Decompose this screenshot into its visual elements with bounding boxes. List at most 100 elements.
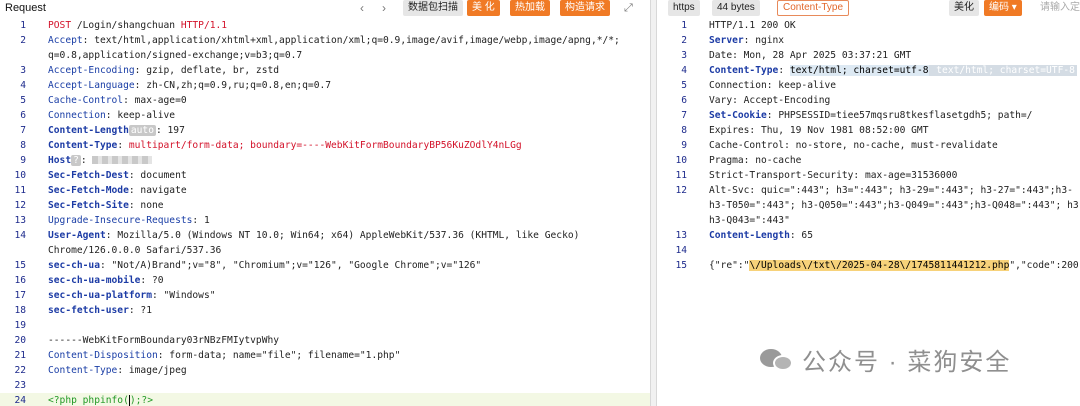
line-content: sec-ch-ua: "Not/A)Brand";v="8", "Chromiu… <box>48 260 482 271</box>
code-line[interactable]: 11 Strict-Transport-Security: max-age=315… <box>657 168 1080 183</box>
line-content: <?php phpinfo();?> <box>48 395 153 406</box>
code-line[interactable]: 8 Expires: Thu, 19 Nov 1981 08:52:00 GMT <box>657 123 1080 138</box>
line-content: Accept: text/html,application/xhtml+xml,… <box>48 35 620 46</box>
nav-back-icon[interactable]: ‹ <box>360 0 364 16</box>
encoding-label: 编码 <box>989 2 1009 13</box>
code-line[interactable]: q=0.8,application/signed-exchange;v=b3;q… <box>0 48 650 63</box>
code-line[interactable]: 7 Set-Cookie: PHPSESSID=tiee57mqsru8tkesf… <box>657 108 1080 123</box>
code-line[interactable]: 9 Host?: <box>0 153 650 168</box>
line-content: Server: nginx <box>709 35 785 46</box>
line-number: 22 <box>14 365 26 376</box>
line-content: h3-T050=":443"; h3-Q050=":443";h3-Q049="… <box>709 200 1080 211</box>
line-content: Strict-Transport-Security: max-age=31536… <box>709 170 958 181</box>
encoding-button[interactable]: 编码 ▾ <box>984 0 1022 16</box>
line-content: Sec-Fetch-Dest: document <box>48 170 187 181</box>
code-line[interactable]: 13 Upgrade-Insecure-Requests: 1 <box>0 213 650 228</box>
request-toolbar: Request ‹ › 数据包扫描 美 化 热加载 构造请求 ⤢ <box>0 0 650 16</box>
line-number: 5 <box>681 80 687 91</box>
line-number: 2 <box>681 35 687 46</box>
line-content: Upgrade-Insecure-Requests: 1 <box>48 215 210 226</box>
build-request-button[interactable]: 构造请求 <box>560 0 610 16</box>
code-line[interactable]: 12 Sec-Fetch-Site: none <box>0 198 650 213</box>
code-line[interactable]: 18 sec-fetch-user: ?1 <box>0 303 650 318</box>
code-line[interactable]: 10 Pragma: no-cache <box>657 153 1080 168</box>
line-content: Host?: <box>48 153 650 168</box>
line-content: Date: Mon, 28 Apr 2025 03:37:21 GMT <box>709 50 912 61</box>
code-line[interactable]: 7 Content-Length auto: 197 <box>0 123 650 138</box>
code-line[interactable]: 16 sec-ch-ua-mobile: ?0 <box>0 273 650 288</box>
chevron-down-icon: ▾ <box>1011 2 1017 13</box>
nav-forward-icon[interactable]: › <box>382 0 386 16</box>
line-content: Content-Type: multipart/form-data; bound… <box>48 140 522 151</box>
code-line[interactable]: 20 ------WebKitFormBoundary03rNBzFMIytvpW… <box>0 333 650 348</box>
code-line[interactable]: 8 Content-Type: multipart/form-data; boun… <box>0 138 650 153</box>
line-content: Cache-Control: no-store, no-cache, must-… <box>709 140 998 151</box>
code-line[interactable]: 14 <box>657 243 1080 258</box>
code-line[interactable]: 3 Date: Mon, 28 Apr 2025 03:37:21 GMT <box>657 48 1080 63</box>
code-line[interactable]: 2 Accept: text/html,application/xhtml+xml… <box>0 33 650 48</box>
line-number: 6 <box>681 95 687 106</box>
code-line[interactable]: h3-Q043=":443" <box>657 213 1080 228</box>
request-editor[interactable]: 1 POST /Login/shangchuan HTTP/1.1 2 Accept:… <box>0 18 650 406</box>
line-content: {"re":"\/Uploads\/txt\/2025-04-28\/17458… <box>709 260 1079 271</box>
code-line[interactable]: 6 Connection: keep-alive <box>0 108 650 123</box>
code-line[interactable]: 1 POST /Login/shangchuan HTTP/1.1 <box>0 18 650 33</box>
line-content: Sec-Fetch-Site: none <box>48 200 164 211</box>
tab-content-type[interactable]: Content-Type <box>777 0 850 16</box>
code-line[interactable]: 24 <?php phpinfo();?> <box>0 393 650 406</box>
code-line[interactable]: 4 Accept-Language: zh-CN,zh;q=0.9,ru;q=0.… <box>0 78 650 93</box>
code-line[interactable]: 22 Content-Type: image/jpeg <box>0 363 650 378</box>
line-content: Accept-Encoding: gzip, deflate, br, zstd <box>48 65 280 76</box>
code-line[interactable]: 3 Accept-Encoding: gzip, deflate, br, zst… <box>0 63 650 78</box>
packet-scan-button[interactable]: 数据包扫描 <box>403 0 463 16</box>
line-number: 12 <box>14 200 26 211</box>
line-content: sec-ch-ua-mobile: ?0 <box>48 275 164 286</box>
line-number: 3 <box>681 50 687 61</box>
code-line[interactable]: 23 <box>0 378 650 393</box>
response-beautify-button[interactable]: 美化 <box>949 0 979 16</box>
line-number: 24 <box>14 395 26 406</box>
code-line[interactable]: 2 Server: nginx <box>657 33 1080 48</box>
code-line[interactable]: 14 User-Agent: Mozilla/5.0 (Windows NT 10… <box>0 228 650 243</box>
code-line[interactable]: 4 Content-Type: text/html; charset=utf-8 … <box>657 63 1080 78</box>
search-input[interactable]: 请输入定 <box>1035 0 1080 16</box>
code-line[interactable]: 5 Cache-Control: max-age=0 <box>0 93 650 108</box>
line-content: ------WebKitFormBoundary03rNBzFMIytvpWhy <box>48 335 280 346</box>
code-line[interactable]: h3-T050=":443"; h3-Q050=":443";h3-Q049="… <box>657 198 1080 213</box>
code-line[interactable]: 19 <box>0 318 650 333</box>
line-number: 21 <box>14 350 26 361</box>
line-content: Pragma: no-cache <box>709 155 802 166</box>
line-content: Chrome/126.0.0.0 Safari/537.36 <box>48 245 222 256</box>
code-line[interactable]: 9 Cache-Control: no-store, no-cache, must… <box>657 138 1080 153</box>
tab-https[interactable]: https <box>668 0 700 16</box>
line-number: 11 <box>14 185 26 196</box>
code-line[interactable]: 15 {"re":"\/Uploads\/txt\/2025-04-28\/174… <box>657 258 1080 273</box>
code-line[interactable]: 1 HTTP/1.1 200 OK <box>657 18 1080 33</box>
line-number: 16 <box>14 275 26 286</box>
tab-bytes[interactable]: 44 bytes <box>712 0 760 16</box>
code-line[interactable]: 6 Vary: Accept-Encoding <box>657 93 1080 108</box>
code-line[interactable]: 5 Connection: keep-alive <box>657 78 1080 93</box>
line-number: 2 <box>20 35 26 46</box>
line-number: 10 <box>14 170 26 181</box>
code-line[interactable]: 17 sec-ch-ua-platform: "Windows" <box>0 288 650 303</box>
request-title: Request <box>5 2 46 14</box>
line-content: Content-Length auto: 197 <box>48 125 185 136</box>
pane-splitter[interactable] <box>650 0 657 406</box>
code-line[interactable]: 10 Sec-Fetch-Dest: document <box>0 168 650 183</box>
beautify-button[interactable]: 美 化 <box>467 0 500 16</box>
hot-reload-button[interactable]: 热加载 <box>510 0 550 16</box>
line-number: 3 <box>20 65 26 76</box>
line-number: 6 <box>20 110 26 121</box>
code-line[interactable]: 12 Alt-Svc: quic=":443"; h3=":443"; h3-29… <box>657 183 1080 198</box>
line-content: Content-Length: 65 <box>709 230 813 241</box>
code-line[interactable]: 11 Sec-Fetch-Mode: navigate <box>0 183 650 198</box>
line-number: 8 <box>681 125 687 136</box>
code-line[interactable]: Chrome/126.0.0.0 Safari/537.36 <box>0 243 650 258</box>
code-line[interactable]: 21 Content-Disposition: form-data; name="… <box>0 348 650 363</box>
line-content: Vary: Accept-Encoding <box>709 95 831 106</box>
line-number: 23 <box>14 380 26 391</box>
code-line[interactable]: 15 sec-ch-ua: "Not/A)Brand";v="8", "Chrom… <box>0 258 650 273</box>
code-line[interactable]: 13 Content-Length: 65 <box>657 228 1080 243</box>
expand-icon[interactable]: ⤢ <box>624 0 633 16</box>
